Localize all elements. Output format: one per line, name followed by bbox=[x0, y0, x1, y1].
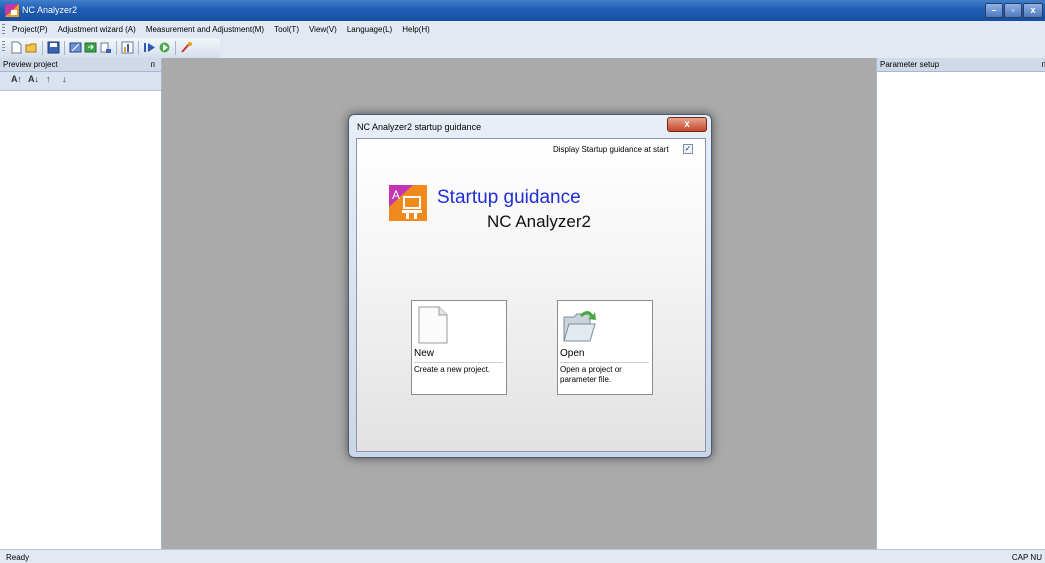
pin-icon[interactable]: ᴨ bbox=[1042, 60, 1045, 69]
panel-header: Parameter setup ᴨ bbox=[877, 58, 1045, 72]
dialog-content: Display Startup guidance at start ✓ A St… bbox=[356, 138, 706, 452]
menu-project[interactable]: Project(P) bbox=[7, 21, 53, 38]
open-folder-icon[interactable] bbox=[25, 41, 38, 54]
status-text: Ready bbox=[6, 553, 30, 562]
dialog-close-button[interactable]: x bbox=[667, 117, 707, 132]
toolbar-separator bbox=[64, 41, 65, 55]
menu-tool[interactable]: Tool(T) bbox=[269, 21, 304, 38]
connect-icon[interactable] bbox=[158, 41, 171, 54]
new-card-description: Create a new project. bbox=[414, 365, 491, 374]
menu-grip-handle[interactable] bbox=[2, 24, 5, 35]
status-bar: Ready CAP NU bbox=[0, 549, 1045, 563]
sort-descending-icon[interactable]: A↓ bbox=[28, 74, 39, 84]
new-document-icon bbox=[418, 306, 448, 344]
play-icon[interactable] bbox=[143, 41, 156, 54]
import-icon[interactable] bbox=[99, 41, 112, 54]
title-bar: NC Analyzer2 – ▫ x bbox=[0, 0, 1045, 21]
new-project-card[interactable]: New Create a new project. bbox=[411, 300, 507, 395]
keyboard-indicators: CAP NU bbox=[1011, 553, 1042, 562]
menu-language[interactable]: Language(L) bbox=[342, 21, 397, 38]
toolbar-strip bbox=[0, 38, 220, 58]
tool-icon[interactable] bbox=[180, 41, 193, 54]
new-card-label: New bbox=[414, 348, 435, 359]
sort-toolbar: A↑ A↓ ↑ ↓ bbox=[0, 72, 161, 91]
display-at-start-label: Display Startup guidance at start bbox=[553, 145, 669, 154]
display-at-start-checkbox[interactable]: ✓ bbox=[683, 144, 693, 154]
dialog-title: NC Analyzer2 startup guidance bbox=[357, 122, 482, 132]
app-logo-icon bbox=[5, 4, 19, 17]
toolbar-grip-handle[interactable] bbox=[2, 41, 5, 52]
toolbar bbox=[0, 38, 1045, 58]
graph-icon[interactable] bbox=[121, 41, 134, 54]
settings-icon[interactable] bbox=[69, 41, 82, 54]
startup-guidance-dialog: NC Analyzer2 startup guidance x Display … bbox=[348, 114, 712, 458]
guidance-heading: Startup guidance bbox=[437, 187, 581, 208]
preview-project-panel: Preview project ᴨ A↑ A↓ ↑ ↓ bbox=[0, 58, 162, 549]
panel-title: Preview project bbox=[3, 60, 58, 69]
open-card-label: Open bbox=[560, 348, 585, 359]
new-icon[interactable] bbox=[10, 41, 23, 54]
menu-help[interactable]: Help(H) bbox=[397, 21, 435, 38]
toolbar-separator bbox=[175, 41, 176, 55]
sort-ascending-icon[interactable]: A↑ bbox=[11, 74, 22, 84]
menu-measurement-adjustment[interactable]: Measurement and Adjustment(M) bbox=[141, 21, 269, 38]
guidance-subheading: NC Analyzer2 bbox=[487, 212, 591, 231]
export-icon[interactable] bbox=[84, 41, 97, 54]
card-divider bbox=[560, 362, 649, 363]
sort-time-ascending-icon[interactable]: ↑ bbox=[46, 74, 51, 84]
app-logo-icon: A bbox=[389, 185, 427, 221]
menu-bar: Project(P) Adjustment wizard (A) Measure… bbox=[0, 21, 1045, 38]
window-title: NC Analyzer2 bbox=[22, 5, 78, 15]
toolbar-separator bbox=[138, 41, 139, 55]
save-icon[interactable] bbox=[47, 41, 60, 54]
svg-text:A: A bbox=[392, 188, 400, 202]
toolbar-separator bbox=[116, 41, 117, 55]
open-folder-icon bbox=[563, 311, 596, 342]
toolbar-separator bbox=[42, 41, 43, 55]
menu-view[interactable]: View(V) bbox=[304, 21, 342, 38]
close-button[interactable]: x bbox=[1023, 3, 1043, 18]
maximize-button[interactable]: ▫ bbox=[1004, 3, 1022, 18]
minimize-button[interactable]: – bbox=[985, 3, 1003, 18]
panel-header: Preview project ᴨ bbox=[0, 58, 161, 72]
panel-title: Parameter setup bbox=[880, 60, 940, 69]
open-project-card[interactable]: Open Open a project or parameter file. bbox=[557, 300, 653, 395]
sort-time-descending-icon[interactable]: ↓ bbox=[62, 74, 67, 84]
pin-icon[interactable]: ᴨ bbox=[151, 60, 155, 69]
menu-adjustment-wizard[interactable]: Adjustment wizard (A) bbox=[53, 21, 141, 38]
open-card-description: Open a project or parameter file. bbox=[560, 365, 622, 384]
card-divider bbox=[414, 362, 503, 363]
parameter-setup-panel: Parameter setup ᴨ bbox=[876, 58, 1045, 549]
